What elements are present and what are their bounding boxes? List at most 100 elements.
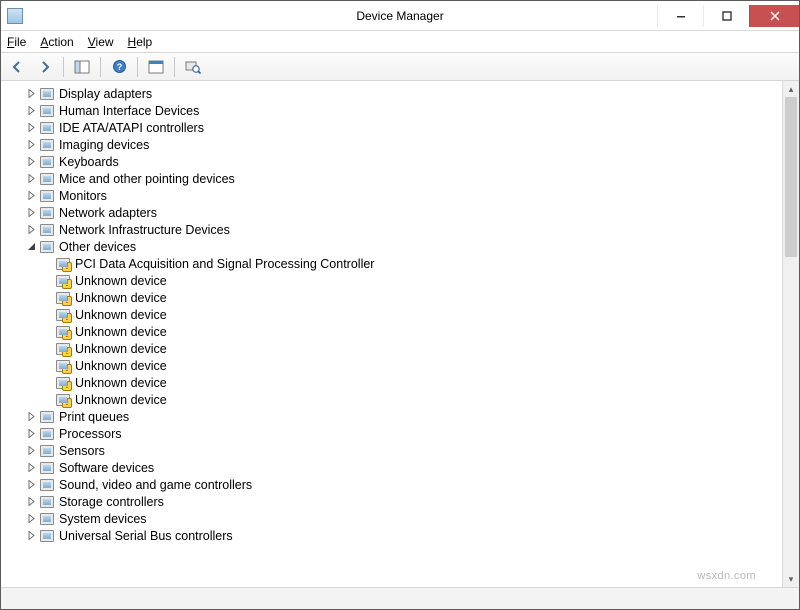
tree-category-label: Other devices [59, 239, 136, 255]
minimize-icon [676, 11, 686, 21]
toolbar-separator [100, 57, 101, 77]
scrollbar-thumb[interactable] [785, 97, 797, 257]
device-tree: Display adaptersHuman Interface DevicesI… [1, 81, 782, 548]
tree-category[interactable]: System devices [7, 510, 782, 527]
expand-collapse-closed-icon[interactable] [25, 190, 37, 202]
tree-category[interactable]: Other devices [7, 238, 782, 255]
expand-collapse-closed-icon[interactable] [25, 224, 37, 236]
back-button[interactable] [5, 55, 29, 79]
tree-viewport[interactable]: Display adaptersHuman Interface DevicesI… [1, 81, 782, 587]
menubar: File Action View Help [1, 31, 799, 52]
tree-category[interactable]: Universal Serial Bus controllers [7, 527, 782, 544]
watermark-text: wsxdn.com [697, 570, 756, 582]
software-device-icon [39, 460, 55, 476]
tree-category[interactable]: Storage controllers [7, 493, 782, 510]
tree-category[interactable]: Software devices [7, 459, 782, 476]
tree-category-label: System devices [59, 511, 147, 527]
expand-collapse-closed-icon[interactable] [25, 428, 37, 440]
expand-collapse-closed-icon[interactable] [25, 139, 37, 151]
tree-device-label: Unknown device [75, 273, 167, 289]
tree-category[interactable]: Mice and other pointing devices [7, 170, 782, 187]
twisty-placeholder [41, 394, 53, 406]
tree-category-label: Sound, video and game controllers [59, 477, 252, 493]
menu-file[interactable]: File [7, 35, 26, 49]
twisty-placeholder [41, 360, 53, 372]
titlebar[interactable]: Device Manager [1, 1, 799, 31]
expand-collapse-closed-icon[interactable] [25, 411, 37, 423]
display-adapter-icon [39, 86, 55, 102]
scan-hardware-button[interactable] [181, 55, 205, 79]
tree-device[interactable]: !PCI Data Acquisition and Signal Process… [7, 255, 782, 272]
tree-category[interactable]: Print queues [7, 408, 782, 425]
properties-icon [148, 60, 164, 74]
tree-category[interactable]: Display adapters [7, 85, 782, 102]
help-icon: ? [112, 59, 127, 74]
warning-device-icon: ! [55, 375, 71, 391]
svg-text:?: ? [116, 62, 122, 72]
expand-collapse-closed-icon[interactable] [25, 479, 37, 491]
tree-category[interactable]: Network adapters [7, 204, 782, 221]
warning-device-icon: ! [55, 341, 71, 357]
maximize-icon [722, 11, 732, 21]
expand-collapse-closed-icon[interactable] [25, 173, 37, 185]
back-icon [10, 60, 24, 74]
imaging-device-icon [39, 137, 55, 153]
tree-device[interactable]: !Unknown device [7, 272, 782, 289]
tree-category-label: Keyboards [59, 154, 119, 170]
help-button[interactable]: ? [107, 55, 131, 79]
maximize-button[interactable] [703, 5, 749, 27]
tree-category[interactable]: Imaging devices [7, 136, 782, 153]
sensor-icon [39, 443, 55, 459]
mouse-icon [39, 171, 55, 187]
scroll-up-icon[interactable]: ▴ [783, 81, 799, 97]
menu-view[interactable]: View [88, 35, 114, 49]
tree-device[interactable]: !Unknown device [7, 323, 782, 340]
tree-category[interactable]: Sensors [7, 442, 782, 459]
tree-device[interactable]: !Unknown device [7, 289, 782, 306]
expand-collapse-closed-icon[interactable] [25, 207, 37, 219]
scroll-down-icon[interactable]: ▾ [783, 571, 799, 587]
tree-device[interactable]: !Unknown device [7, 374, 782, 391]
tree-device[interactable]: !Unknown device [7, 306, 782, 323]
warning-device-icon: ! [55, 290, 71, 306]
warning-device-icon: ! [55, 392, 71, 408]
tree-device[interactable]: !Unknown device [7, 391, 782, 408]
menu-help[interactable]: Help [128, 35, 153, 49]
toolbar: ? [1, 52, 799, 81]
tree-category[interactable]: Processors [7, 425, 782, 442]
expand-collapse-open-icon[interactable] [25, 241, 37, 253]
tree-category[interactable]: Network Infrastructure Devices [7, 221, 782, 238]
expand-collapse-closed-icon[interactable] [25, 105, 37, 117]
tree-device[interactable]: !Unknown device [7, 357, 782, 374]
close-button[interactable] [749, 5, 799, 27]
menu-action[interactable]: Action [40, 35, 73, 49]
expand-collapse-closed-icon[interactable] [25, 156, 37, 168]
show-hide-console-tree-button[interactable] [70, 55, 94, 79]
expand-collapse-closed-icon[interactable] [25, 530, 37, 542]
expand-collapse-closed-icon[interactable] [25, 88, 37, 100]
tree-category-label: Imaging devices [59, 137, 149, 153]
vertical-scrollbar[interactable]: ▴ ▾ [782, 81, 799, 587]
expand-collapse-closed-icon[interactable] [25, 462, 37, 474]
content-area: Display adaptersHuman Interface DevicesI… [1, 81, 799, 587]
expand-collapse-closed-icon[interactable] [25, 445, 37, 457]
properties-button[interactable] [144, 55, 168, 79]
toolbar-separator [174, 57, 175, 77]
expand-collapse-closed-icon[interactable] [25, 496, 37, 508]
expand-collapse-closed-icon[interactable] [25, 513, 37, 525]
tree-device[interactable]: !Unknown device [7, 340, 782, 357]
minimize-button[interactable] [657, 5, 703, 27]
tree-category[interactable]: IDE ATA/ATAPI controllers [7, 119, 782, 136]
hid-icon [39, 103, 55, 119]
tree-category-label: Sensors [59, 443, 105, 459]
expand-collapse-closed-icon[interactable] [25, 122, 37, 134]
tree-category-label: Display adapters [59, 86, 152, 102]
tree-category-label: IDE ATA/ATAPI controllers [59, 120, 204, 136]
tree-category[interactable]: Human Interface Devices [7, 102, 782, 119]
tree-category-label: Network Infrastructure Devices [59, 222, 230, 238]
tree-category[interactable]: Sound, video and game controllers [7, 476, 782, 493]
forward-button[interactable] [33, 55, 57, 79]
tree-category[interactable]: Monitors [7, 187, 782, 204]
processor-icon [39, 426, 55, 442]
tree-category[interactable]: Keyboards [7, 153, 782, 170]
